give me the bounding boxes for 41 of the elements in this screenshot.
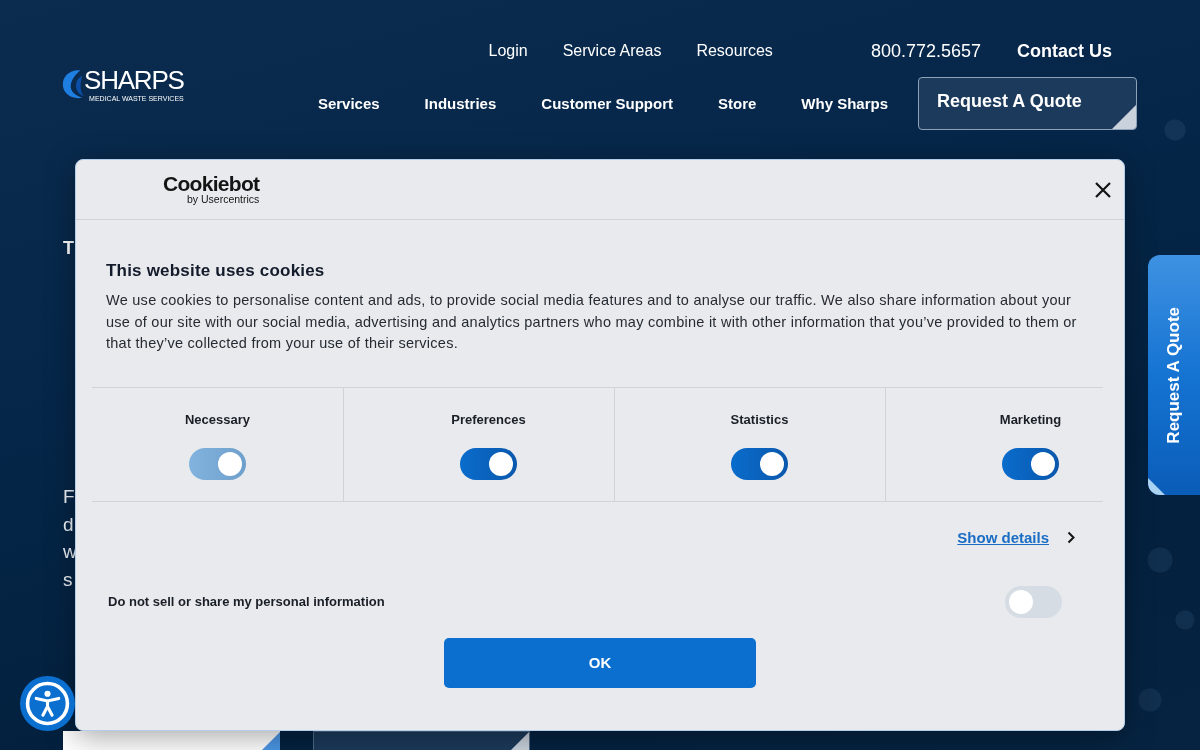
secondary-button[interactable]: [313, 731, 530, 750]
paragraph-fragment: d: [63, 512, 74, 537]
paragraph-fragment: s: [63, 567, 73, 592]
chevron-right-icon: [1067, 531, 1075, 544]
category-label: Statistics: [730, 411, 789, 427]
nav-link[interactable]: Login: [488, 42, 528, 60]
quote-button[interactable]: Request A Quote: [918, 77, 1137, 130]
contact-link[interactable]: Contact Us: [1017, 40, 1112, 62]
nav-link[interactable]: Store: [717, 95, 757, 112]
corner-triangle-icon: [511, 732, 529, 750]
eyebrow-text: T: [63, 238, 74, 258]
brand-subtitle: by Usercentrics: [187, 193, 260, 205]
opt-out-label: Do not sell or share my personal information: [108, 593, 385, 610]
toggle-switch[interactable]: [1002, 447, 1059, 480]
accessibility-button[interactable]: [20, 676, 75, 731]
accessibility-icon: [25, 681, 70, 726]
close-icon: [1095, 181, 1111, 198]
nav-link[interactable]: Resources: [696, 42, 773, 60]
corner-triangle-icon: [1148, 478, 1165, 495]
category-label: Marketing: [999, 411, 1062, 427]
corner-triangle-icon: [1112, 105, 1136, 129]
nav-link[interactable]: Service Areas: [562, 42, 662, 60]
nav-link[interactable]: Customer Support: [541, 95, 673, 112]
toggle-switch[interactable]: [1005, 585, 1062, 618]
paragraph-fragment: F: [63, 485, 75, 509]
dialog-title: This website uses cookies: [106, 261, 326, 281]
toggle-switch[interactable]: [731, 447, 788, 480]
show-details-link[interactable]: Show details: [957, 528, 1075, 547]
nav-link[interactable]: Why Sharps: [801, 95, 888, 112]
dialog-text: We use cookies to personalise content and ads, to provide social media features and to analyse our traffic. We also share information about your use of our site with our social media, advertising and analytics partners who may combine it with other information that you’ve provided to them or that they’ve collected from your use of their services.: [106, 291, 1078, 353]
corner-triangle-icon: [262, 732, 280, 750]
brand-name: Cookiebot: [163, 174, 260, 193]
nav-link[interactable]: Industries: [424, 95, 497, 112]
ok-button[interactable]: OK: [444, 637, 756, 688]
phone-link[interactable]: 800.772.5657: [870, 40, 981, 62]
category-label: Preferences: [451, 411, 526, 427]
close-button[interactable]: [1095, 181, 1111, 198]
quote-tab[interactable]: Request A Quote: [1148, 255, 1200, 495]
nav-link[interactable]: Services: [317, 95, 380, 112]
category-label: Necessary: [184, 411, 251, 427]
toggle-switch[interactable]: [460, 447, 517, 480]
